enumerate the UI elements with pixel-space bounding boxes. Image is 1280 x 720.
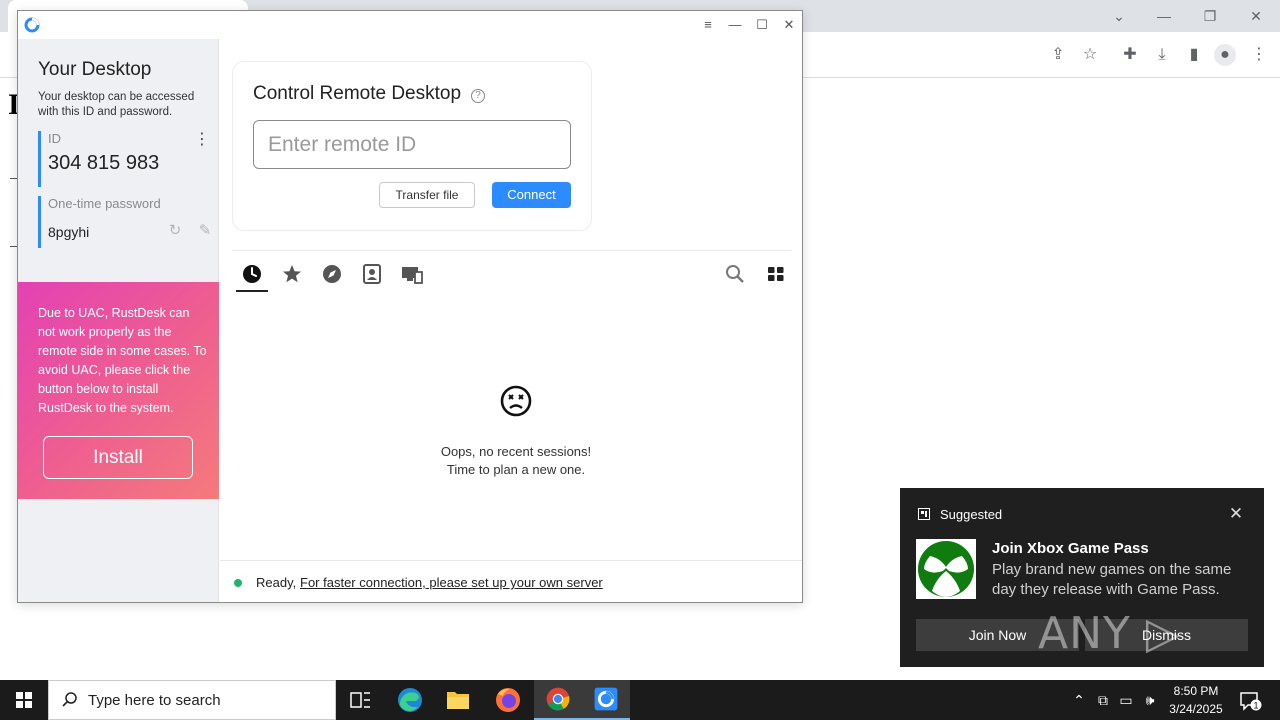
rustdesk-window: ≡ — ☐ ✕ Your Desktop Your desktop can be… [17, 10, 803, 603]
menu-icon[interactable]: ⋮ [1248, 44, 1270, 66]
close-icon[interactable]: ✕ [1236, 4, 1276, 28]
maximize-icon[interactable]: ☐ [749, 13, 775, 37]
toast-body: Play brand new games on the same day the… [992, 561, 1232, 598]
firefox-icon[interactable] [484, 680, 532, 720]
edge-browser-icon[interactable] [386, 680, 434, 720]
rustdesk-taskbar-icon[interactable] [582, 680, 630, 720]
tab-accessible-devices-icon[interactable] [401, 263, 423, 285]
tab-favorites-icon[interactable] [281, 263, 303, 285]
clock-date[interactable]: 3/24/2025 [1164, 702, 1228, 716]
help-icon[interactable]: ? [471, 89, 485, 103]
sad-face-icon [500, 385, 532, 417]
clock-time[interactable]: 8:50 PM [1166, 684, 1226, 698]
taskbar: Type here to search ⌃ ⧉ ▭ 🕪 8:50 PM 3/24… [0, 680, 1280, 720]
status-bar: Ready, For faster connection, please set… [220, 560, 802, 602]
close-icon[interactable]: ✕ [776, 13, 802, 37]
bookmark-star-icon[interactable]: ☆ [1079, 44, 1101, 66]
connect-button[interactable]: Connect [492, 182, 571, 208]
rustdesk-logo-icon [24, 17, 40, 33]
network-icon[interactable]: ▭ [1117, 690, 1135, 710]
search-icon[interactable] [724, 263, 746, 285]
xbox-notification-toast: Suggested ✕ Join Xbox Game Pass Play bra… [900, 488, 1264, 710]
side-panel-icon[interactable]: ▮ [1183, 44, 1205, 66]
task-view-icon[interactable] [336, 680, 384, 720]
empty-state-subtitle: Time to plan a new one. [446, 462, 586, 477]
share-icon[interactable]: ⇪ [1047, 44, 1069, 66]
toast-title: Join Xbox Game Pass [992, 540, 1149, 557]
chrome-icon[interactable] [534, 680, 582, 720]
install-button[interactable]: Install [43, 436, 193, 479]
empty-state-title: Oops, no recent sessions! [440, 444, 592, 459]
search-placeholder: Type here to search [88, 692, 221, 709]
download-icon[interactable]: ⤓ [1151, 44, 1173, 66]
remote-id-input[interactable] [253, 120, 571, 169]
your-desktop-panel: Your Desktop Your desktop can be accesse… [18, 39, 219, 602]
notification-center-icon[interactable]: 1 [1238, 690, 1262, 712]
server-setup-link[interactable]: For faster connection, please set up you… [300, 575, 603, 590]
grid-view-icon[interactable] [765, 263, 787, 285]
uac-warning-box: Due to UAC, RustDesk can not work proper… [18, 282, 219, 499]
refresh-password-icon[interactable]: ↻ [166, 222, 184, 240]
meet-now-icon[interactable]: ⧉ [1094, 690, 1112, 710]
taskbar-search-box[interactable]: Type here to search [48, 680, 336, 720]
id-label: ID [48, 131, 61, 146]
profile-avatar-icon[interactable]: ● [1214, 44, 1236, 66]
transfer-file-button[interactable]: Transfer file [379, 182, 475, 208]
toast-header: Suggested [940, 507, 1003, 522]
search-icon [62, 692, 77, 707]
control-remote-title: Control Remote Desktop [253, 83, 462, 104]
password-label: One-time password [48, 196, 161, 211]
show-hidden-icons-icon[interactable]: ⌃ [1070, 690, 1088, 710]
password-block: One-time password 8pgyhi ↻ ✎ [38, 196, 211, 248]
tab-recent-sessions-icon[interactable] [241, 263, 263, 285]
tab-address-book-icon[interactable] [361, 263, 383, 285]
close-icon[interactable]: ✕ [1226, 504, 1246, 524]
status-text: Ready, [256, 575, 297, 590]
status-indicator-icon [234, 579, 242, 587]
main-panel: Control Remote Desktop ? Transfer file C… [220, 39, 802, 602]
minimize-icon[interactable]: — [722, 13, 748, 37]
suggested-app-icon [918, 508, 930, 520]
password-value[interactable]: 8pgyhi [48, 224, 208, 240]
id-menu-icon[interactable]: ⋮ [194, 131, 210, 149]
edit-password-icon[interactable]: ✎ [196, 222, 214, 240]
windows-start-icon[interactable] [0, 680, 48, 720]
minimize-icon[interactable]: — [1144, 4, 1184, 28]
control-remote-card: Control Remote Desktop ? Transfer file C… [232, 61, 592, 231]
settings-menu-icon[interactable]: ≡ [695, 13, 721, 37]
tab-discovered-icon[interactable] [321, 263, 343, 285]
your-desktop-description: Your desktop can be accessed with this I… [38, 91, 195, 118]
file-explorer-icon[interactable] [434, 680, 482, 720]
restore-icon[interactable]: ❐ [1190, 4, 1230, 28]
notification-count: 1 [1253, 701, 1258, 711]
extensions-icon[interactable]: ✚ [1119, 44, 1141, 66]
xbox-logo-icon [916, 539, 976, 599]
volume-icon[interactable]: 🕪 [1141, 690, 1159, 710]
active-tab-indicator [236, 290, 268, 292]
tab-search-icon[interactable]: ⌄ [1099, 4, 1139, 28]
tabs-divider [232, 250, 791, 251]
id-value[interactable]: 304 815 983 [48, 152, 208, 175]
uac-warning-text: Due to UAC, RustDesk can not work proper… [38, 306, 207, 415]
id-block: ID 304 815 983 ⋮ [38, 131, 210, 187]
your-desktop-title: Your Desktop [38, 59, 152, 80]
rustdesk-titlebar[interactable]: ≡ — ☐ ✕ [18, 11, 802, 39]
